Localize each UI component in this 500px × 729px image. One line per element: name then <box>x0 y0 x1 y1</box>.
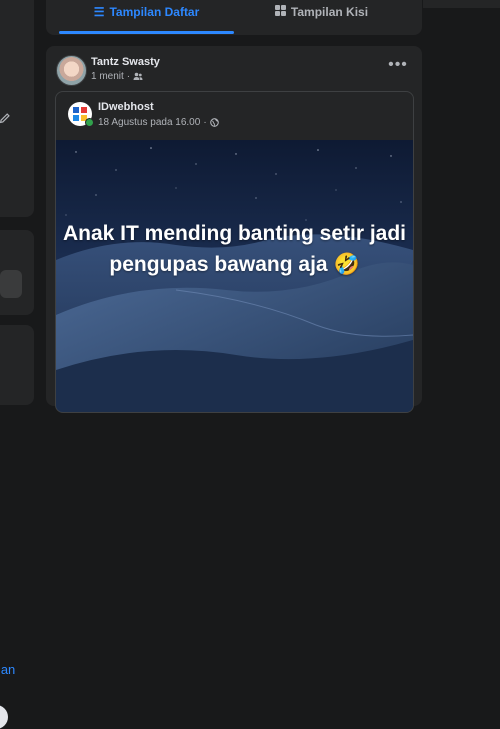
tab-list-view[interactable]: ☰ Tampilan Daftar <box>59 0 234 24</box>
separator: · <box>126 71 131 82</box>
active-tab-indicator <box>59 31 234 34</box>
post-caption: Anak IT mending banting setir jadi pengu… <box>62 222 407 276</box>
grid-icon <box>274 5 286 19</box>
avatar[interactable] <box>56 55 87 86</box>
tab-grid-view[interactable]: Tampilan Kisi <box>234 0 409 24</box>
toggle-icon[interactable] <box>0 705 8 729</box>
sidebar-link[interactable]: man <box>0 662 15 677</box>
shared-post[interactable]: IDwebhost 18 Agustus pada 16.00 · Anak I… <box>55 91 414 413</box>
list-icon: ☰ <box>93 5 105 19</box>
sidebar-card <box>0 0 34 217</box>
post-meta: 1 menit · <box>91 71 143 82</box>
online-status-icon <box>85 118 94 127</box>
separator: · <box>203 117 207 128</box>
shared-time[interactable]: 18 Agustus pada 16.00 <box>98 117 200 128</box>
friends-icon <box>133 72 143 80</box>
tab-list-view-label: Tampilan Daftar <box>109 5 200 19</box>
tab-grid-view-label: Tampilan Kisi <box>290 5 369 19</box>
view-tabs: ☰ Tampilan Daftar Tampilan Kisi <box>46 0 422 35</box>
shared-page-name[interactable]: IDwebhost <box>98 101 154 113</box>
post-image[interactable]: Anak IT mending banting setir jadi pengu… <box>56 140 413 412</box>
post-time[interactable]: 1 menit <box>91 71 124 82</box>
post-author[interactable]: Tantz Swasty <box>91 56 160 68</box>
more-options-icon[interactable]: ••• <box>386 56 410 80</box>
sidebar-card: man <box>0 325 34 729</box>
post-card: Tantz Swasty 1 menit · ••• IDwebhost 18 … <box>46 46 422 413</box>
sidebar-input[interactable] <box>0 270 22 298</box>
edit-pencil-icon[interactable] <box>0 111 12 125</box>
shared-meta: 18 Agustus pada 16.00 · <box>98 117 219 128</box>
sidebar-card <box>0 230 34 315</box>
globe-icon <box>209 118 219 127</box>
right-panel-edge <box>423 0 500 8</box>
